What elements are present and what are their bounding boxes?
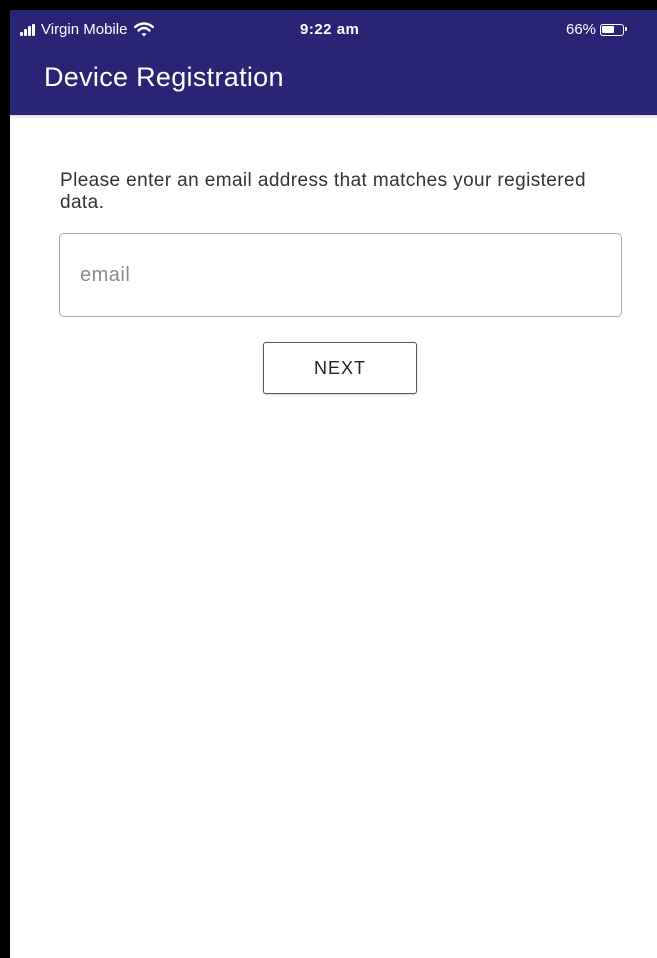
- app-header: Virgin Mobile 9:22 am 66% Device Registr…: [10, 10, 657, 115]
- status-right: 66%: [566, 21, 628, 38]
- battery-fill: [602, 25, 615, 33]
- status-bar: Virgin Mobile 9:22 am 66%: [10, 10, 657, 50]
- signal-icon: [20, 23, 36, 36]
- battery-icon: [600, 23, 628, 36]
- battery-percent: 66%: [566, 21, 597, 38]
- instruction-text: Please enter an email address that match…: [60, 170, 586, 213]
- page-title: Device Registration: [44, 62, 284, 92]
- email-field[interactable]: [59, 233, 622, 317]
- wifi-icon: [134, 22, 155, 37]
- header-shadow: [10, 115, 657, 119]
- next-button[interactable]: NEXT: [263, 342, 417, 394]
- battery-tip: [625, 27, 628, 31]
- status-left: Virgin Mobile: [20, 21, 155, 38]
- status-time: 9:22 am: [300, 21, 360, 38]
- carrier-name: Virgin Mobile: [41, 21, 128, 38]
- phone-screen: Virgin Mobile 9:22 am 66% Device Registr…: [10, 10, 657, 958]
